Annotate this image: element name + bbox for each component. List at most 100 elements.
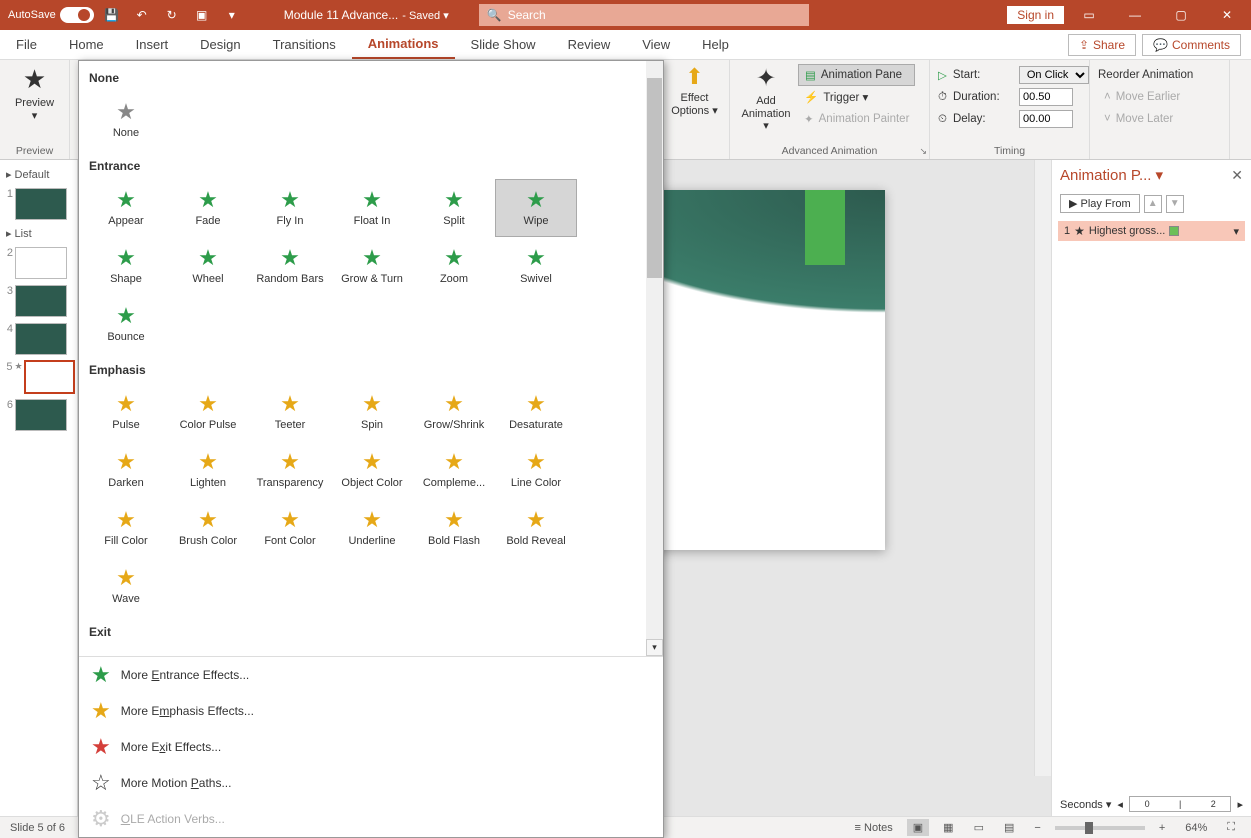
gallery-more-icon[interactable]: ▾	[646, 639, 663, 656]
notes-button[interactable]: ≡ Notes	[849, 820, 899, 836]
move-down-button[interactable]: ▼	[1166, 195, 1184, 213]
tab-slideshow[interactable]: Slide Show	[455, 31, 552, 58]
section-default[interactable]: ▸ Default	[2, 164, 75, 185]
gallery-item-fly-out[interactable]: ★Fly Out	[249, 645, 331, 656]
thumb-3[interactable]: 3	[2, 282, 75, 320]
gallery-item-float-in[interactable]: ★Float In	[331, 179, 413, 237]
tab-animations[interactable]: Animations	[352, 30, 455, 59]
gallery-item-fade[interactable]: ★Fade	[167, 645, 249, 656]
gallery-item-random-bars[interactable]: ★Random Bars	[249, 237, 331, 295]
tab-view[interactable]: View	[626, 31, 686, 58]
gallery-item-shape[interactable]: ★Shape	[85, 237, 167, 295]
gallery-scrollbar[interactable]	[646, 61, 663, 656]
thumb-6[interactable]: 6	[2, 396, 75, 434]
tab-help[interactable]: Help	[686, 31, 745, 58]
gallery-item-wipe[interactable]: ★Wipe	[495, 645, 577, 656]
zoom-slider[interactable]	[1055, 826, 1145, 830]
qat-redo-icon[interactable]: ↻	[160, 3, 184, 27]
maximize-button[interactable]: ▢	[1159, 0, 1203, 30]
more-exit-effects[interactable]: ★More Exit Effects...	[79, 729, 663, 765]
add-animation-button[interactable]: ✦ Add Animation ▾	[738, 64, 794, 133]
thumb-1[interactable]: 1	[2, 185, 75, 223]
duration-input[interactable]	[1019, 88, 1073, 106]
gallery-item-spin[interactable]: ★Spin	[331, 383, 413, 441]
gallery-item-compleme-[interactable]: ★Compleme...	[413, 441, 495, 499]
delay-input[interactable]	[1019, 110, 1073, 128]
gallery-item-fly-in[interactable]: ★Fly In	[249, 179, 331, 237]
animation-pane-close-icon[interactable]: ✕	[1231, 167, 1243, 184]
zoom-in-icon[interactable]: +	[1153, 820, 1171, 836]
play-from-button[interactable]: ▶ Play From	[1060, 194, 1140, 213]
timeline-label[interactable]: Seconds ▾	[1060, 798, 1111, 811]
advanced-group-launcher-icon[interactable]: ↘	[919, 146, 927, 157]
item-menu-icon[interactable]: ▾	[1233, 225, 1239, 238]
zoom-percent[interactable]: 64%	[1179, 820, 1213, 836]
minimize-button[interactable]: —	[1113, 0, 1157, 30]
start-select[interactable]: On Click	[1019, 66, 1089, 84]
slideshow-view-icon[interactable]: ▤	[998, 819, 1020, 836]
more-emphasis-effects[interactable]: ★More Emphasis Effects...	[79, 693, 663, 729]
close-button[interactable]: ✕	[1205, 0, 1249, 30]
gallery-item-wave[interactable]: ★Wave	[85, 557, 167, 615]
effect-options-button[interactable]: ⬆ Effect Options ▾	[668, 64, 721, 117]
ribbon-display-options-icon[interactable]: ▭	[1067, 0, 1111, 30]
qat-start-slideshow-icon[interactable]: ▣	[190, 3, 214, 27]
normal-view-icon[interactable]: ▣	[907, 819, 929, 836]
canvas-vertical-scrollbar[interactable]	[1034, 160, 1051, 776]
zoom-out-icon[interactable]: −	[1028, 820, 1046, 836]
timeline-prev-icon[interactable]: ◂	[1117, 798, 1123, 811]
gallery-item-brush-color[interactable]: ★Brush Color	[167, 499, 249, 557]
gallery-item-wheel[interactable]: ★Wheel	[167, 237, 249, 295]
qat-save-icon[interactable]: 💾	[100, 3, 124, 27]
search-box[interactable]: 🔍	[479, 4, 809, 26]
sign-in-button[interactable]: Sign in	[1006, 5, 1065, 25]
autosave-toggle[interactable]: AutoSave On	[8, 7, 94, 23]
gallery-item-wipe[interactable]: ★Wipe	[495, 179, 577, 237]
gallery-item-font-color[interactable]: ★Font Color	[249, 499, 331, 557]
thumb-2[interactable]: 2	[2, 244, 75, 282]
fit-window-icon[interactable]: ⛶	[1221, 819, 1241, 836]
gallery-item-zoom[interactable]: ★Zoom	[413, 237, 495, 295]
gallery-item-teeter[interactable]: ★Teeter	[249, 383, 331, 441]
preview-button[interactable]: ★ Preview▾	[8, 64, 61, 122]
more-entrance-effects[interactable]: ★More Entrance Effects...	[79, 657, 663, 693]
tab-design[interactable]: Design	[184, 31, 256, 58]
gallery-item-underline[interactable]: ★Underline	[331, 499, 413, 557]
share-button[interactable]: ⇪Share	[1068, 34, 1136, 56]
gallery-item-disappear[interactable]: ★Disappear	[85, 645, 167, 656]
gallery-item-none[interactable]: ★None	[85, 91, 167, 149]
gallery-item-pulse[interactable]: ★Pulse	[85, 383, 167, 441]
gallery-item-swivel[interactable]: ★Swivel	[495, 237, 577, 295]
autosave-switch[interactable]	[60, 7, 94, 23]
thumb-4[interactable]: 4	[2, 320, 75, 358]
gallery-item-lighten[interactable]: ★Lighten	[167, 441, 249, 499]
comments-button[interactable]: 💬Comments	[1142, 34, 1241, 56]
gallery-item-transparency[interactable]: ★Transparency	[249, 441, 331, 499]
thumb-5[interactable]: 5★	[2, 358, 75, 396]
tab-insert[interactable]: Insert	[120, 31, 185, 58]
gallery-item-bounce[interactable]: ★Bounce	[85, 295, 167, 353]
gallery-item-line-color[interactable]: ★Line Color	[495, 441, 577, 499]
timeline-ticks[interactable]: 0|2	[1129, 796, 1232, 812]
gallery-item-object-color[interactable]: ★Object Color	[331, 441, 413, 499]
gallery-item-fade[interactable]: ★Fade	[167, 179, 249, 237]
save-status[interactable]: - Saved ▾	[402, 9, 449, 22]
gallery-item-grow-shrink[interactable]: ★Grow/Shrink	[413, 383, 495, 441]
section-list[interactable]: ▸ List	[2, 223, 75, 244]
gallery-item-grow-turn[interactable]: ★Grow & Turn	[331, 237, 413, 295]
tab-home[interactable]: Home	[53, 31, 120, 58]
qat-customize-icon[interactable]: ▾	[220, 3, 244, 27]
gallery-item-appear[interactable]: ★Appear	[85, 179, 167, 237]
gallery-item-darken[interactable]: ★Darken	[85, 441, 167, 499]
move-up-button[interactable]: ▲	[1144, 195, 1162, 213]
gallery-item-bold-flash[interactable]: ★Bold Flash	[413, 499, 495, 557]
tab-file[interactable]: File	[0, 31, 53, 58]
search-input[interactable]	[508, 8, 801, 22]
gallery-item-bold-reveal[interactable]: ★Bold Reveal	[495, 499, 577, 557]
animation-pane-options-icon[interactable]: ▾	[1155, 166, 1163, 184]
tab-review[interactable]: Review	[552, 31, 627, 58]
trigger-button[interactable]: ⚡Trigger ▾	[798, 86, 915, 108]
gallery-item-split[interactable]: ★Split	[413, 645, 495, 656]
slide-counter[interactable]: Slide 5 of 6	[0, 822, 75, 834]
animation-item-1[interactable]: 1 ★ Highest gross... ▾	[1058, 221, 1245, 241]
